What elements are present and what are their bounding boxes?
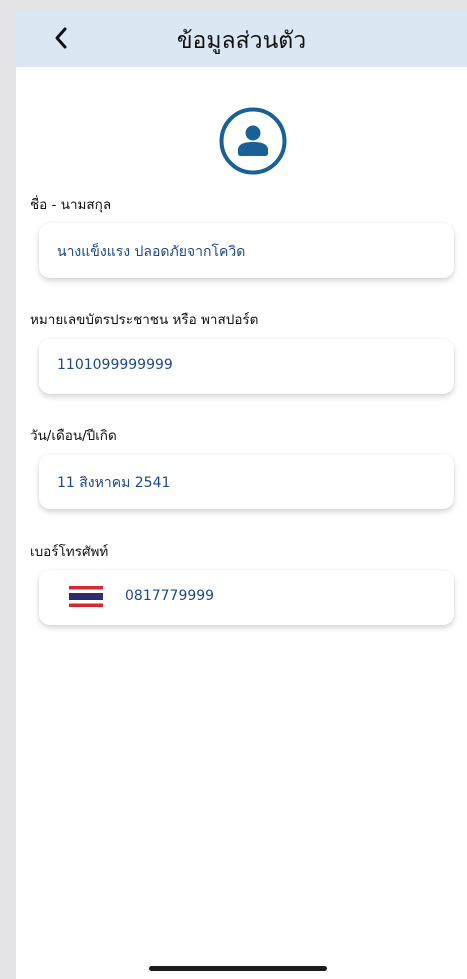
profile-screen: ข้อมูลส่วนตัว ชื่อ - นามสกุล นางแข็งแรง … [16, 10, 467, 979]
header-bar: ข้อมูลส่วนตัว [16, 10, 467, 67]
back-button[interactable] [44, 20, 80, 56]
phone-value: 0817779999 [125, 588, 215, 604]
birthdate-field[interactable]: 11 สิงหาคม 2541 [39, 454, 454, 509]
birthdate-value: 11 สิงหาคม 2541 [57, 475, 171, 491]
page-title: ข้อมูลส่วนตัว [176, 28, 307, 54]
user-avatar-icon [219, 107, 287, 175]
birthdate-label: วัน/เดือน/ปีเกิด [30, 428, 117, 444]
id-number-label: หมายเลขบัตรประชาชน หรือ พาสปอร์ต [30, 312, 259, 328]
id-number-field[interactable]: 1101099999999 [39, 339, 454, 394]
home-indicator [149, 966, 327, 971]
chevron-left-icon [55, 27, 67, 49]
phone-field[interactable]: 0817779999 [39, 570, 454, 625]
name-label: ชื่อ - นามสกุล [30, 197, 112, 213]
phone-label: เบอร์โทรศัพท์ [30, 544, 109, 560]
avatar[interactable] [218, 106, 288, 176]
name-field[interactable]: นางแข็งแรง ปลอดภัยจากโควิด [39, 223, 454, 278]
thailand-flag-icon [69, 586, 103, 607]
name-value: นางแข็งแรง ปลอดภัยจากโควิด [57, 244, 246, 260]
id-number-value: 1101099999999 [57, 357, 173, 373]
